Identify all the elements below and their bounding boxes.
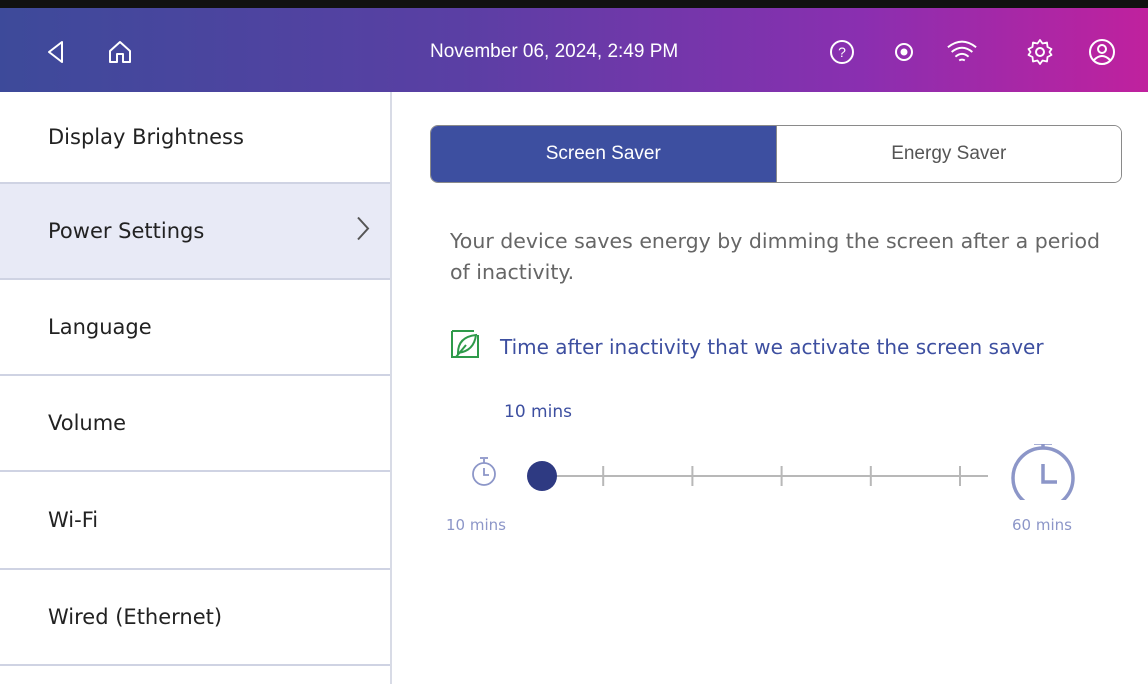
sidebar-item-label: Power Settings bbox=[48, 219, 205, 243]
stopwatch-large-icon bbox=[1011, 441, 1075, 510]
hint-text: Time after inactivity that we activate t… bbox=[500, 334, 1044, 359]
sidebar-item-wifi[interactable]: Wi-Fi bbox=[0, 472, 390, 570]
top-bar: November 06, 2024, 2:49 PM ? bbox=[0, 0, 1148, 92]
sidebar-item-display-brightness[interactable]: Display Brightness bbox=[0, 92, 390, 184]
leaf-icon bbox=[448, 327, 482, 366]
sidebar-item-label: Wi-Fi bbox=[48, 508, 99, 532]
power-settings-panel: Screen Saver Energy Saver Your device sa… bbox=[392, 92, 1148, 684]
inactivity-slider[interactable] bbox=[468, 441, 1112, 510]
tab-screen-saver[interactable]: Screen Saver bbox=[431, 126, 776, 182]
datetime-text: November 06, 2024, 2:49 PM bbox=[430, 41, 679, 62]
settings-sidebar: Display Brightness Power Settings Langua… bbox=[0, 92, 392, 684]
help-icon[interactable]: ? bbox=[826, 36, 858, 68]
saver-tab-group: Screen Saver Energy Saver bbox=[430, 125, 1122, 183]
record-icon[interactable] bbox=[888, 36, 920, 68]
stopwatch-small-icon bbox=[472, 457, 496, 486]
power-description: Your device saves energy by dimming the … bbox=[450, 229, 1101, 284]
sidebar-item-label: Display Brightness bbox=[48, 125, 244, 149]
sidebar-item-power-settings[interactable]: Power Settings bbox=[0, 184, 390, 280]
home-icon[interactable] bbox=[104, 36, 136, 68]
chevron-right-icon bbox=[356, 216, 370, 247]
sidebar-item-language[interactable]: Language bbox=[0, 280, 390, 376]
svg-text:?: ? bbox=[838, 44, 846, 60]
wifi-icon[interactable] bbox=[946, 36, 978, 68]
sidebar-item-volume[interactable]: Volume bbox=[0, 376, 390, 472]
slider-min-label: 10 mins bbox=[446, 516, 506, 534]
user-icon[interactable] bbox=[1086, 36, 1118, 68]
sidebar-item-wired-ethernet[interactable]: Wired (Ethernet) bbox=[0, 570, 390, 666]
back-icon[interactable] bbox=[40, 36, 72, 68]
sidebar-item-label: Language bbox=[48, 315, 152, 339]
tab-energy-saver[interactable]: Energy Saver bbox=[775, 126, 1121, 182]
slider-current-value: 10 mins bbox=[504, 402, 572, 422]
sidebar-item-label: Volume bbox=[48, 411, 127, 435]
slider-max-label: 60 mins bbox=[1012, 516, 1072, 534]
slider-thumb[interactable] bbox=[527, 461, 557, 491]
gear-icon[interactable] bbox=[1024, 36, 1056, 68]
sidebar-item-label: Wired (Ethernet) bbox=[48, 605, 223, 629]
screen-saver-hint: Time after inactivity that we activate t… bbox=[448, 327, 1044, 366]
